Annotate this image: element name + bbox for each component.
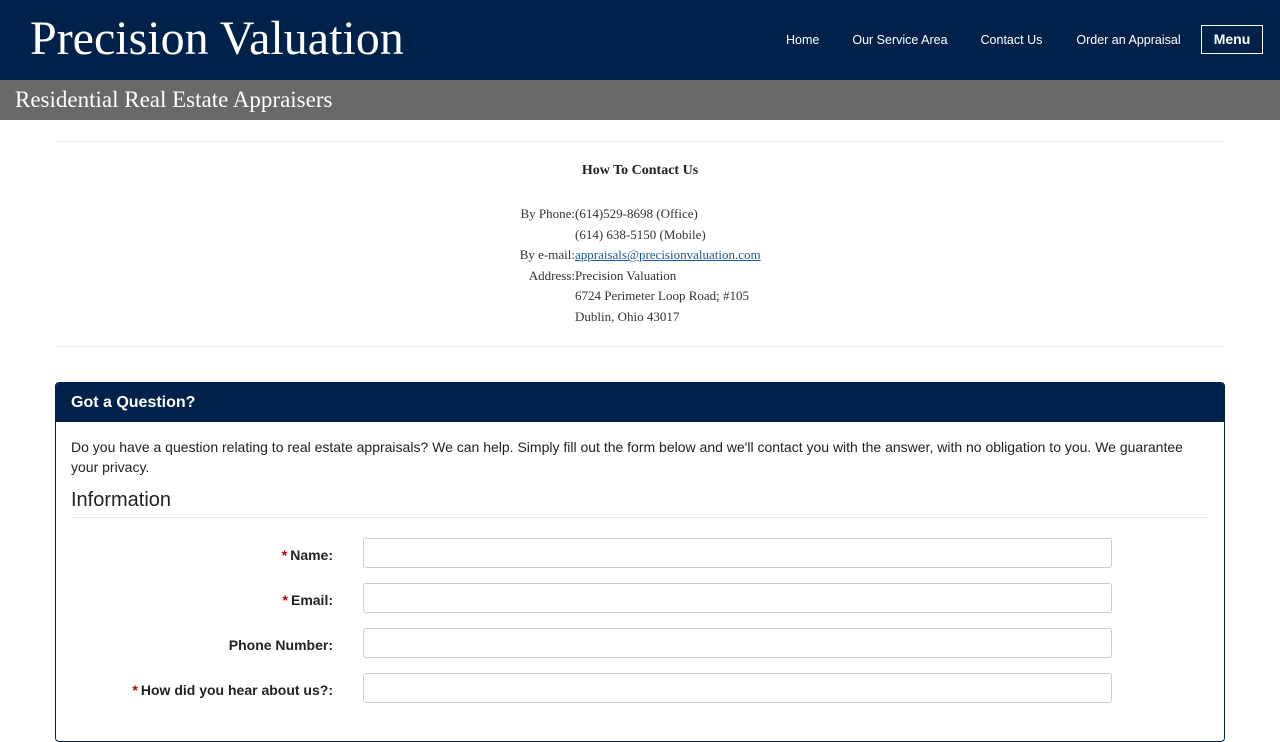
site-tagline: Residential Real Estate Appraisers [15, 87, 333, 112]
phone-number-label: Phone Number: [228, 637, 333, 653]
email-input[interactable] [363, 583, 1112, 613]
contact-row-mobile: (614) 638-5150 (Mobile) [470, 225, 761, 246]
referral-label: * How did you hear about us?: [132, 682, 333, 698]
main-nav: Home Our Service Area Contact Us Order a… [786, 31, 1181, 49]
name-input[interactable] [363, 538, 1112, 568]
contact-info: By Phone: (614)529-8698 (Office) (614) 6… [470, 204, 761, 328]
nav-order-appraisal[interactable]: Order an Appraisal [1076, 31, 1180, 49]
site-header: Precision Valuation Home Our Service Are… [0, 0, 1280, 80]
name-label: * Name: [281, 547, 333, 563]
menu-button[interactable]: Menu [1201, 25, 1263, 54]
phone-label: By Phone: [520, 206, 575, 221]
required-marker: * [132, 682, 138, 698]
site-title[interactable]: Precision Valuation [30, 10, 404, 68]
email-label: * Email: [282, 592, 333, 608]
form-intro: Do you have a question relating to real … [71, 439, 1183, 475]
phone-mobile: (614) 638-5150 (Mobile) [575, 226, 706, 242]
required-marker: * [281, 547, 288, 563]
nav-contact-us[interactable]: Contact Us [981, 31, 1043, 49]
nav-home[interactable]: Home [786, 31, 819, 49]
address-label: Address: [528, 267, 575, 283]
address-line-1: Precision Valuation [575, 267, 677, 283]
question-form-panel: Got a Question? Do you have a question r… [55, 382, 1225, 742]
address-line-2: 6724 Perimeter Loop Road; #105 [575, 288, 750, 304]
email-link[interactable]: appraisals@precisionvaluation.com [575, 247, 761, 262]
bottom-divider [55, 346, 1225, 347]
address-line-3: Dublin, Ohio 43017 [575, 308, 680, 324]
referral-input[interactable] [363, 673, 1112, 703]
section-rule [71, 517, 1209, 518]
required-marker: * [282, 592, 288, 608]
section-title: Information [71, 489, 172, 511]
panel-title: Got a Question? [56, 383, 1224, 422]
contact-row-address: Address: Precision Valuation [470, 266, 761, 287]
contact-row-address-3: Dublin, Ohio 43017 [470, 307, 761, 328]
contact-row-phone: By Phone: (614)529-8698 (Office) [470, 204, 761, 225]
phone-number-input[interactable] [363, 628, 1112, 658]
phone-office: (614)529-8698 (Office) [575, 206, 698, 221]
email-label: By e-mail: [519, 247, 575, 263]
top-divider [55, 141, 1225, 142]
contact-row-email: By e-mail: appraisals@precisionvaluation… [470, 245, 761, 266]
subheader-bar: Residential Real Estate Appraisers [0, 80, 1280, 120]
nav-service-area[interactable]: Our Service Area [852, 31, 947, 49]
contact-heading: How To Contact Us [581, 163, 699, 178]
contact-row-address-2: 6724 Perimeter Loop Road; #105 [470, 286, 761, 307]
